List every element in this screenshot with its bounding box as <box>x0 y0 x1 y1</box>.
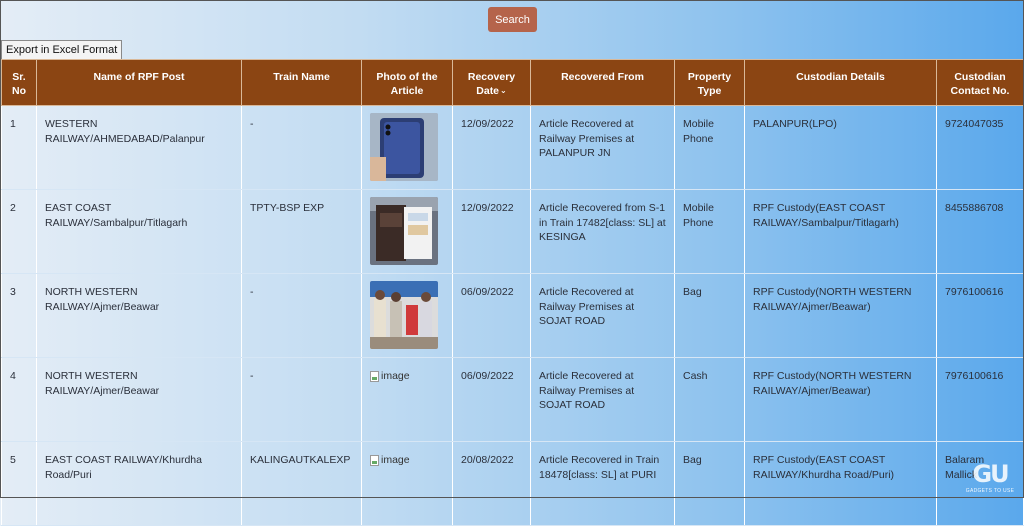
cell-recovered-from: Article Recovered at Railway Premises at… <box>530 357 675 442</box>
col-custodian-details[interactable]: Custodian Details <box>744 59 937 106</box>
cell-custodian: RPF Custody(EAST COAST RAILWAY/Sambalpur… <box>744 189 937 274</box>
col-sr-no: Sr. No <box>1 59 37 106</box>
table-header-row: Sr. No Name of RPF Post Train Name Photo… <box>1 59 1024 106</box>
cell-date: 06/09/2022 <box>452 273 531 358</box>
cell-date: 12/09/2022 <box>452 189 531 274</box>
col-recovery-date[interactable]: Recovery Date⌄ <box>452 59 531 106</box>
cell-recovered-from: Article Recovered in Train 18478[class: … <box>530 441 675 526</box>
cell-photo <box>361 105 453 190</box>
article-photo-mobile[interactable] <box>370 113 438 181</box>
col-train-name[interactable]: Train Name <box>241 59 362 106</box>
cell-recovered-from: Article Recovered at Railway Premises at… <box>530 273 675 358</box>
cell-date: 12/09/2022 <box>452 105 531 190</box>
watermark-text: GADGETS TO USE <box>965 488 1015 494</box>
cell-type: Mobile Phone <box>674 105 745 190</box>
cell-photo <box>361 189 453 274</box>
col-photo: Photo of the Article <box>361 59 453 106</box>
cell-post: EAST COAST RAILWAY/Sambalpur/Titlagarh <box>36 189 242 274</box>
cell-type: Cash <box>674 357 745 442</box>
cell-train: TPTY-BSP EXP <box>241 189 362 274</box>
cell-type: Mobile Phone <box>674 189 745 274</box>
cell-photo <box>361 273 453 358</box>
export-excel-button[interactable]: Export in Excel Format <box>1 40 123 60</box>
col-recovered-from[interactable]: Recovered From <box>530 59 675 106</box>
watermark-logo-mark: GU <box>972 460 1009 488</box>
col-property-type[interactable]: Property Type <box>674 59 745 106</box>
watermark-logo: GU GADGETS TO USE <box>964 454 1016 494</box>
cell-custodian: RPF Custody(EAST COAST RAILWAY/Khurdha R… <box>744 441 937 526</box>
cell-custodian: PALANPUR(LPO) <box>744 105 937 190</box>
cell-type: Bag <box>674 441 745 526</box>
cell-train: - <box>241 105 362 190</box>
cell-recovered-from: Article Recovered from S-1 in Train 1748… <box>530 189 675 274</box>
cell-post: EAST COAST RAILWAY/Khurdha Road/Puri <box>36 441 242 526</box>
cell-sr: 2 <box>1 189 37 274</box>
cell-date: 20/08/2022 <box>452 441 531 526</box>
cell-date: 06/09/2022 <box>452 357 531 442</box>
article-photo-broken[interactable]: image <box>370 369 410 384</box>
cell-post: NORTH WESTERN RAILWAY/Ajmer/Beawar <box>36 357 242 442</box>
cell-contact: 7976100616 <box>936 357 1024 442</box>
cell-custodian: RPF Custody(NORTH WESTERN RAILWAY/Ajmer/… <box>744 273 937 358</box>
article-photo-wallet[interactable] <box>370 197 438 265</box>
recovered-articles-table: Sr. No Name of RPF Post Train Name Photo… <box>1 59 1024 526</box>
cell-sr: 1 <box>1 105 37 190</box>
cell-contact: 7976100616 <box>936 273 1024 358</box>
cell-custodian: RPF Custody(NORTH WESTERN RAILWAY/Ajmer/… <box>744 357 937 442</box>
article-photo-broken[interactable]: image <box>370 453 410 468</box>
col-custodian-contact: Custodian Contact No. <box>936 59 1024 106</box>
table-row: 1 WESTERN RAILWAY/AHMEDABAD/Palanpur - 1… <box>1 105 1024 190</box>
search-button[interactable]: Search <box>488 7 537 32</box>
recovery-date-label: Recovery Date <box>467 71 516 97</box>
cell-photo: image <box>361 357 453 442</box>
broken-image-icon <box>370 370 379 382</box>
cell-sr: 3 <box>1 273 37 358</box>
table-row: 2 EAST COAST RAILWAY/Sambalpur/Titlagarh… <box>1 189 1024 274</box>
table-row: 3 NORTH WESTERN RAILWAY/Ajmer/Beawar - 0… <box>1 273 1024 358</box>
cell-train: - <box>241 357 362 442</box>
cell-sr: 4 <box>1 357 37 442</box>
cell-contact: 9724047035 <box>936 105 1024 190</box>
cell-post: WESTERN RAILWAY/AHMEDABAD/Palanpur <box>36 105 242 190</box>
image-alt-text: image <box>381 370 410 382</box>
image-alt-text: image <box>381 454 410 466</box>
col-rpf-post[interactable]: Name of RPF Post <box>36 59 242 106</box>
cell-post: NORTH WESTERN RAILWAY/Ajmer/Beawar <box>36 273 242 358</box>
cell-train: KALINGAUTKALEXP <box>241 441 362 526</box>
table-row: 4 NORTH WESTERN RAILWAY/Ajmer/Beawar - i… <box>1 357 1024 442</box>
article-photo-bag[interactable] <box>370 281 438 349</box>
cell-photo: image <box>361 441 453 526</box>
cell-contact: 8455886708 <box>936 189 1024 274</box>
broken-image-icon <box>370 454 379 466</box>
table-row: 5 EAST COAST RAILWAY/Khurdha Road/Puri K… <box>1 441 1024 526</box>
sort-desc-icon[interactable]: ⌄ <box>500 84 507 98</box>
cell-type: Bag <box>674 273 745 358</box>
cell-train: - <box>241 273 362 358</box>
cell-recovered-from: Article Recovered at Railway Premises at… <box>530 105 675 190</box>
cell-sr: 5 <box>1 441 37 526</box>
